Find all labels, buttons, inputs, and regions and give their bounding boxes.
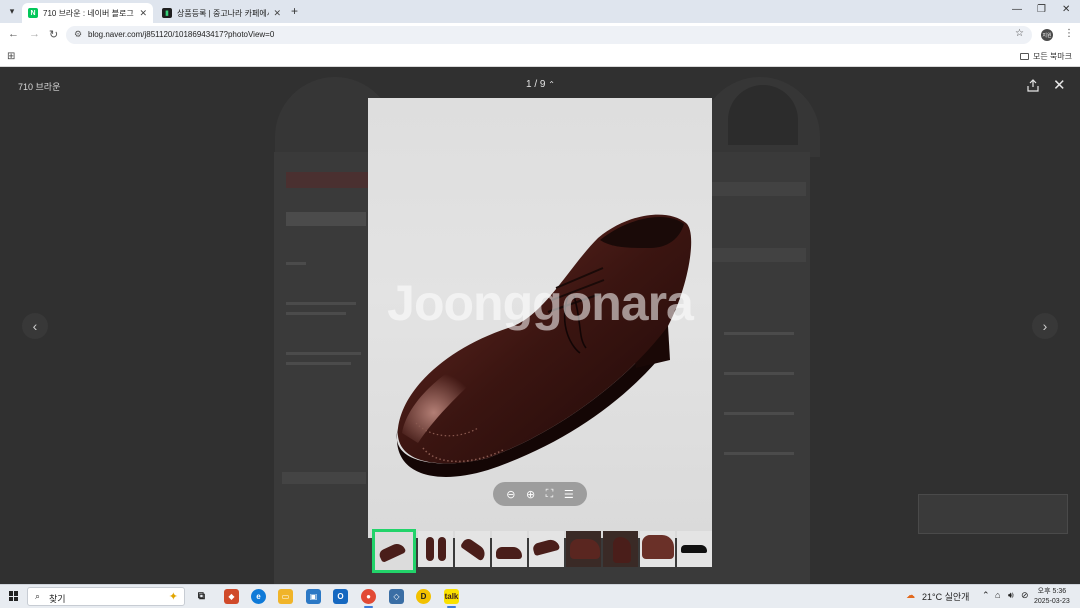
app-icon[interactable]: ◇	[389, 589, 404, 604]
info-icon[interactable]: ☰	[564, 488, 574, 501]
restore-icon[interactable]: ❐	[1037, 4, 1046, 15]
notification-icon[interactable]: ⊘	[1021, 590, 1029, 601]
tab-search-button[interactable]: ▾	[3, 2, 21, 20]
tab-title: 710 브라운 : 네이버 블로그	[43, 8, 134, 18]
store-icon[interactable]: ▣	[306, 589, 321, 604]
thumbnail-7[interactable]	[603, 531, 638, 567]
photo-viewer: 710 브라운 1 / 9 ⌃ ✕ ‹ › Joonggonara ⊖ ⊕ ⛶ …	[0, 67, 1080, 584]
thumbnail-4[interactable]	[492, 531, 527, 567]
chevron-up-icon[interactable]: ⌃	[982, 590, 990, 601]
address-bar[interactable]: ⚙ blog.naver.com/j851120/10186943417?pho…	[66, 26, 1032, 44]
network-icon[interactable]: ⌂	[995, 590, 1000, 600]
taskbar-search-box[interactable]: ⌕ 찾기 ✦	[27, 587, 185, 606]
next-photo-button[interactable]: ›	[1032, 313, 1058, 339]
watermark: Joonggonara	[387, 275, 694, 331]
menu-icon[interactable]: ⋮	[1064, 28, 1074, 39]
joonggonara-icon: ▮	[162, 8, 172, 18]
kakaotalk-icon[interactable]: talk	[444, 589, 459, 608]
thumbnail-6[interactable]	[566, 531, 601, 567]
taskbar: ⌕ 찾기 ✦ ⧉ ◆ e ▭ ▣ O ● ◇ D talk ☁ 21°C 실안개…	[0, 584, 1080, 608]
copilot-app-icon[interactable]: ◆	[224, 589, 239, 604]
weather-icon[interactable]: ☁	[906, 590, 915, 601]
zoom-out-icon[interactable]: ⊖	[506, 488, 515, 501]
chevron-up-icon: ⌃	[548, 80, 555, 89]
search-icon: ⌕	[35, 591, 41, 601]
reload-icon[interactable]: ↻	[49, 28, 58, 41]
kakao-app-icon[interactable]: D	[416, 589, 431, 604]
thumbnail-9[interactable]	[677, 531, 712, 567]
close-tab-icon[interactable]: ✕	[273, 8, 281, 19]
url-text: blog.naver.com/j851120/10186943417?photo…	[88, 30, 275, 39]
naver-blog-icon: N	[28, 8, 38, 18]
thumbnail-3[interactable]	[455, 531, 490, 567]
thumbnail-strip	[372, 529, 712, 573]
windows-start-icon[interactable]	[9, 591, 19, 601]
profile-avatar[interactable]: 지원	[1041, 29, 1053, 41]
folder-icon	[1019, 53, 1029, 60]
zoom-toolbar: ⊖ ⊕ ⛶ ☰	[493, 482, 587, 506]
clock[interactable]: 오후 5:36 2025-03-23	[1034, 587, 1070, 607]
search-placeholder: 찾기	[49, 594, 66, 604]
close-tab-icon[interactable]: ✕	[139, 8, 147, 19]
browser-toolbar: ← → ↻ ⚙ blog.naver.com/j851120/101869434…	[0, 23, 1080, 47]
chevron-right-icon: ›	[1042, 318, 1048, 334]
tab-strip: ▾ N 710 브라운 : 네이버 블로그 ✕ ▮ 상품등록 | 중고나라 카페…	[0, 0, 1080, 23]
thumbnail-2[interactable]	[418, 531, 453, 567]
chrome-icon[interactable]: ●	[361, 589, 376, 608]
minimize-icon[interactable]: —	[1012, 4, 1022, 15]
outlook-icon[interactable]: O	[333, 589, 348, 604]
background-popup	[918, 494, 1068, 534]
all-bookmarks-label: 모든 북마크	[1032, 52, 1072, 61]
tab-joonggonara[interactable]: ▮ 상품등록 | 중고나라 카페에서 ✕	[156, 3, 287, 23]
window-close-icon[interactable]: ✕	[1062, 4, 1070, 15]
tab-title: 상품등록 | 중고나라 카페에서	[177, 8, 270, 18]
main-photo[interactable]: Joonggonara ⊖ ⊕ ⛶ ☰	[368, 98, 712, 538]
volume-icon[interactable]: 🔊︎	[1008, 590, 1014, 601]
thumbnail-8[interactable]	[640, 531, 675, 567]
share-icon[interactable]	[1027, 79, 1039, 92]
photo-counter[interactable]: 1 / 9 ⌃	[526, 79, 555, 90]
task-view-icon[interactable]: ⧉	[194, 589, 209, 604]
thumbnail-5[interactable]	[529, 531, 564, 567]
file-explorer-icon[interactable]: ▭	[278, 589, 293, 604]
viewer-title: 710 브라운	[18, 82, 61, 92]
thumbnail-1[interactable]	[372, 529, 416, 573]
prev-photo-button[interactable]: ‹	[22, 313, 48, 339]
site-info-icon[interactable]: ⚙	[74, 29, 82, 40]
close-viewer-icon[interactable]: ✕	[1053, 78, 1066, 93]
edge-icon[interactable]: e	[251, 589, 266, 604]
apps-grid-icon[interactable]: ⊞	[7, 51, 15, 62]
all-bookmarks-button[interactable]: 모든 북마크	[1019, 51, 1072, 62]
bookmark-bar: ⊞ 모든 북마크	[0, 47, 1080, 67]
fullscreen-icon[interactable]: ⛶	[546, 488, 554, 501]
new-tab-button[interactable]: +	[291, 4, 298, 18]
zoom-in-icon[interactable]: ⊕	[526, 488, 535, 501]
copilot-spark-icon: ✦	[168, 591, 178, 603]
back-icon[interactable]: ←	[8, 28, 19, 40]
forward-icon[interactable]: →	[29, 28, 40, 40]
tab-naver-blog[interactable]: N 710 브라운 : 네이버 블로그 ✕	[22, 3, 153, 23]
weather-text[interactable]: 21°C 실안개	[922, 590, 969, 603]
chevron-left-icon: ‹	[32, 318, 38, 334]
bookmark-star-icon[interactable]: ☆	[1015, 28, 1024, 39]
